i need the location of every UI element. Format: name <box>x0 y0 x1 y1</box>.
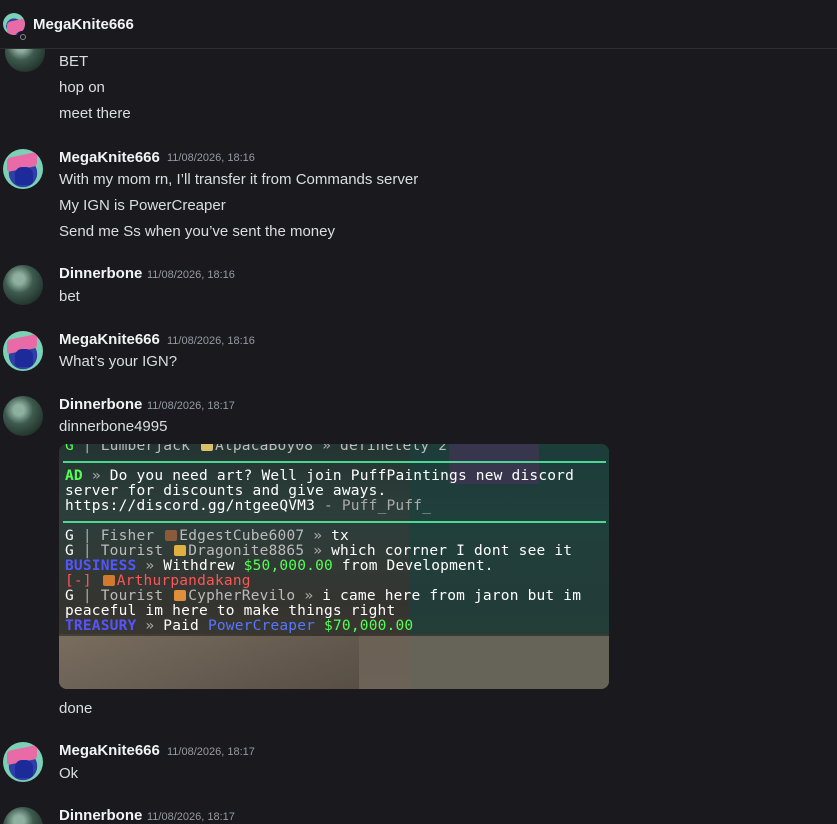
chat-divider <box>63 461 606 463</box>
message-list[interactable]: BET hop on meet there MegaKnite666 11/08… <box>0 49 837 824</box>
author-avatar[interactable] <box>3 742 43 782</box>
chat-line: server for discounts and give aways. <box>65 483 387 499</box>
message-text: dinnerbone4995 <box>59 418 168 435</box>
author-name[interactable]: MegaKnite666 <box>59 331 160 348</box>
author-avatar[interactable] <box>3 396 43 436</box>
player-head-icon <box>102 575 115 586</box>
message-timestamp: 11/08/2026, 18:16 <box>167 335 255 347</box>
offline-status-icon <box>17 31 29 43</box>
chat-line: G | Lumberjack AlpacaBoy08 » definetely … <box>65 444 447 454</box>
message-timestamp: 11/08/2026, 18:16 <box>147 269 235 281</box>
chat-divider <box>63 521 606 523</box>
author-name[interactable]: MegaKnite666 <box>59 742 160 759</box>
message-timestamp: 11/08/2026, 18:17 <box>167 746 255 758</box>
message-timestamp: 11/08/2026, 18:17 <box>147 400 235 412</box>
message-text: My IGN is PowerCreaper <box>59 197 226 214</box>
message-text: Ok <box>59 765 79 782</box>
message-timestamp: 11/08/2026, 18:16 <box>167 152 255 164</box>
image-attachment[interactable]: G | Lumberjack AlpacaBoy08 » definetely … <box>59 444 609 689</box>
message-text: Send me Ss when you’ve sent the money <box>59 223 335 240</box>
message-text: BET <box>59 53 89 70</box>
message-timestamp: 11/08/2026, 18:17 <box>147 811 235 823</box>
player-head-icon <box>201 444 213 451</box>
author-name[interactable]: Dinnerbone <box>59 807 142 824</box>
minecraft-chat-overlay: G | Lumberjack AlpacaBoy08 » definetely … <box>59 444 609 636</box>
channel-title: MegaKnite666 <box>33 15 134 33</box>
message-text: bet <box>59 288 80 305</box>
chat-line: https://discord.gg/ntgeeQVM3 - Puff_Puff… <box>65 498 432 514</box>
author-name[interactable]: Dinnerbone <box>59 265 142 282</box>
chat-line: peaceful im here to make things right <box>65 603 396 619</box>
author-avatar[interactable] <box>3 265 43 305</box>
message-text: done <box>59 700 93 717</box>
message-text: With my mom rn, I’ll transfer it from Co… <box>59 171 419 188</box>
player-head-icon <box>165 530 178 541</box>
chat-line: G | Fisher EdgestCube6007 » tx <box>65 528 349 544</box>
chat-line: AD » Do you need art? Well join PuffPain… <box>65 468 575 484</box>
message-text: meet there <box>59 105 131 122</box>
chat-line: TREASURY » Paid PowerCreaper $70,000.00 <box>65 618 414 634</box>
author-avatar[interactable] <box>3 331 43 371</box>
chat-line: [-] Arthurpandakang <box>65 573 251 589</box>
message-text: What’s your IGN? <box>59 353 178 370</box>
chat-line: G | Tourist CypherRevilo » i came here f… <box>65 588 582 604</box>
author-name[interactable]: Dinnerbone <box>59 396 142 413</box>
author-avatar[interactable] <box>3 149 43 189</box>
chat-line: G | Tourist Dragonite8865 » which corrne… <box>65 543 573 559</box>
author-name[interactable]: MegaKnite666 <box>59 149 160 166</box>
message-text: hop on <box>59 79 105 96</box>
author-avatar[interactable] <box>5 49 45 72</box>
author-avatar[interactable] <box>3 807 43 824</box>
chat-line: BUSINESS » Withdrew $50,000.00 from Deve… <box>65 558 494 574</box>
player-head-icon <box>174 590 187 601</box>
channel-header: MegaKnite666 <box>0 0 837 49</box>
player-head-icon <box>174 545 187 556</box>
